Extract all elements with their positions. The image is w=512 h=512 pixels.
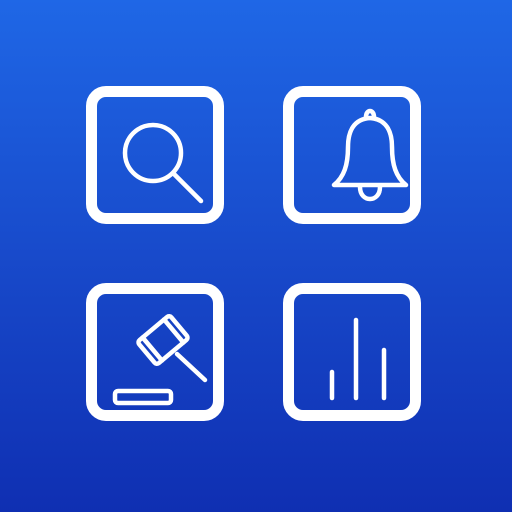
gavel-icon [112,313,208,406]
chart-tile [283,283,421,421]
search-tile [86,86,224,224]
gavel-tile [86,283,224,421]
bar-chart-icon [329,317,387,401]
bell-icon [331,108,409,202]
bell-tile [283,86,421,224]
search-icon [122,122,204,204]
app-icon [0,0,512,512]
